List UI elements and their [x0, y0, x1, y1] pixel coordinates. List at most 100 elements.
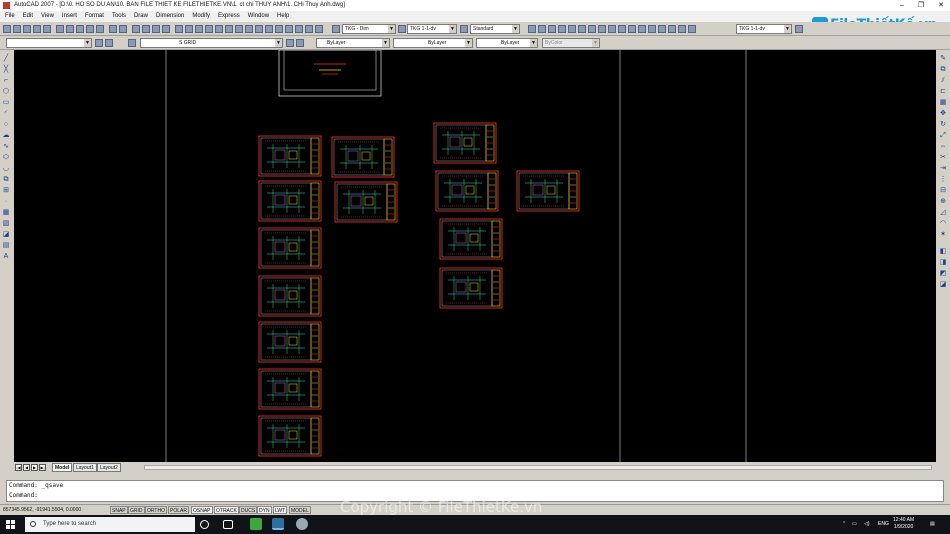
dim-radius-icon[interactable] — [568, 25, 576, 33]
fillet-icon[interactable]: ◠ — [939, 220, 947, 228]
drawing-sheet[interactable] — [439, 218, 503, 260]
windows-start-icon[interactable] — [6, 520, 16, 530]
tablestyle-icon[interactable] — [460, 25, 468, 33]
restore-button[interactable]: ❐ — [918, 0, 924, 11]
center-mark-icon[interactable] — [658, 25, 666, 33]
quickcalc-icon[interactable] — [225, 25, 233, 33]
workspace-settings-icon[interactable] — [95, 39, 103, 47]
save-icon[interactable] — [23, 25, 31, 33]
grid-toggle[interactable]: GRID — [128, 506, 145, 514]
zoom-window-icon[interactable] — [152, 25, 160, 33]
drawing-sheet[interactable] — [258, 415, 322, 457]
polygon-icon[interactable]: ⬡ — [2, 88, 10, 96]
insert-block-icon[interactable]: ⧉ — [2, 176, 10, 184]
drawing-sheet[interactable] — [258, 135, 322, 177]
polar-toggle[interactable]: POLAR — [168, 506, 189, 514]
autocad-taskbar-icon[interactable] — [272, 518, 284, 530]
copy-object-icon[interactable]: ⧉ — [939, 66, 947, 74]
chamfer-icon[interactable]: ◿ — [939, 209, 947, 217]
cortana-icon[interactable] — [200, 520, 209, 529]
task-view-icon[interactable] — [223, 520, 233, 529]
volume-icon[interactable]: ◁) — [864, 515, 870, 534]
ducs-toggle[interactable]: DUCS — [239, 506, 258, 514]
arc-icon[interactable]: ◜ — [2, 110, 10, 118]
last-tab-icon[interactable]: ▶| — [39, 464, 46, 471]
spline-icon[interactable]: ∿ — [2, 143, 10, 151]
revision-cloud-icon[interactable]: ☁ — [2, 132, 10, 140]
dim-jogged-icon[interactable] — [578, 25, 586, 33]
dim-continue-icon[interactable] — [628, 25, 636, 33]
quick-leader-icon[interactable] — [638, 25, 646, 33]
dim-diameter-icon[interactable] — [588, 25, 596, 33]
osnap-toggle[interactable]: OSNAP — [191, 506, 213, 514]
menu-modify[interactable]: Modify — [192, 11, 210, 22]
camtasia-icon[interactable] — [250, 518, 262, 530]
draw-order-front-icon[interactable]: ◧ — [939, 248, 947, 256]
sheet-set-icon[interactable] — [205, 25, 213, 33]
line-icon[interactable]: ╱ — [2, 55, 10, 63]
layer-walk-icon[interactable] — [255, 25, 263, 33]
draw-order-icon[interactable] — [275, 25, 283, 33]
network-icon[interactable]: ▭ — [852, 515, 857, 534]
dim-arc-icon[interactable] — [548, 25, 556, 33]
dim-update-icon[interactable] — [688, 25, 696, 33]
redo-icon[interactable] — [119, 25, 127, 33]
region-icon[interactable]: ◪ — [2, 231, 10, 239]
multiline-text-icon[interactable]: A — [2, 253, 10, 261]
dim-ordinate-icon[interactable] — [558, 25, 566, 33]
erase-icon[interactable]: ✎ — [939, 55, 947, 63]
workspace-save-icon[interactable] — [105, 39, 113, 47]
notification-icon[interactable]: ▤ — [930, 515, 935, 534]
menu-express[interactable]: Express — [218, 11, 240, 22]
zoom-realtime-icon[interactable] — [142, 25, 150, 33]
design-center-icon[interactable] — [185, 25, 193, 33]
cover-sheet[interactable] — [278, 50, 382, 97]
scale-icon[interactable]: ⤢ — [939, 132, 947, 140]
extend-icon[interactable]: ⇥ — [939, 165, 947, 173]
menu-tools[interactable]: Tools — [112, 11, 126, 22]
drawing-sheet[interactable] — [258, 275, 322, 317]
color-combo[interactable]: ByLayer ▼ — [316, 38, 390, 48]
lineweight-combo[interactable]: ByLayer ▼ — [476, 38, 538, 48]
express-icon[interactable] — [245, 25, 253, 33]
snap-tools-icon[interactable] — [265, 25, 273, 33]
construction-line-icon[interactable]: ╳ — [2, 66, 10, 74]
save-layer-icon[interactable] — [315, 25, 323, 33]
otrack-toggle[interactable]: OTRACK — [214, 506, 239, 514]
model-toggle[interactable]: MODEL — [289, 506, 311, 514]
send-under-icon[interactable]: ◪ — [939, 281, 947, 289]
bring-above-icon[interactable]: ◩ — [939, 270, 947, 278]
drawing-sheet[interactable] — [435, 170, 499, 212]
dim-scale-combo[interactable]: TKG 1-1-dv ▼ — [736, 24, 792, 34]
tablestyle-combo[interactable]: Standard ▼ — [470, 24, 520, 34]
rotate-icon[interactable]: ↻ — [939, 121, 947, 129]
dim-aligned-icon[interactable] — [538, 25, 546, 33]
taskbar-search-box[interactable]: Type here to search — [25, 517, 195, 532]
minimize-button[interactable]: – — [900, 0, 904, 11]
textstyle-icon[interactable] — [398, 25, 406, 33]
circle-icon[interactable]: ○ — [2, 121, 10, 129]
gradient-icon[interactable]: ▧ — [2, 220, 10, 228]
workspace-combo[interactable]: ▼ — [6, 38, 92, 48]
draw-order-back-icon[interactable]: ◨ — [939, 259, 947, 267]
open-icon[interactable] — [13, 25, 21, 33]
dyn-toggle[interactable]: DYN — [257, 506, 272, 514]
matchprop-icon[interactable] — [86, 25, 94, 33]
trim-icon[interactable]: ✂ — [939, 154, 947, 162]
menu-window[interactable]: Window — [248, 11, 269, 22]
tolerance-icon[interactable] — [648, 25, 656, 33]
mirror-icon[interactable]: ⫽ — [939, 77, 947, 85]
dimstyle-icon[interactable] — [332, 25, 340, 33]
dim-text-edit-icon[interactable] — [678, 25, 686, 33]
menu-draw[interactable]: Draw — [134, 11, 148, 22]
drawing-sheet[interactable] — [433, 122, 497, 164]
selection-icon[interactable] — [305, 25, 313, 33]
menu-dimension[interactable]: Dimension — [156, 11, 184, 22]
break-at-point-icon[interactable]: ⋮ — [939, 176, 947, 184]
dim-baseline-icon[interactable] — [618, 25, 626, 33]
help-icon[interactable] — [235, 25, 243, 33]
stretch-icon[interactable]: ⇔ — [939, 143, 947, 151]
offset-icon[interactable]: ⊏ — [939, 88, 947, 96]
dimstyle-combo[interactable]: TKG - Dim ▼ — [342, 24, 396, 34]
tab-layout2[interactable]: Layout2 — [97, 463, 121, 472]
